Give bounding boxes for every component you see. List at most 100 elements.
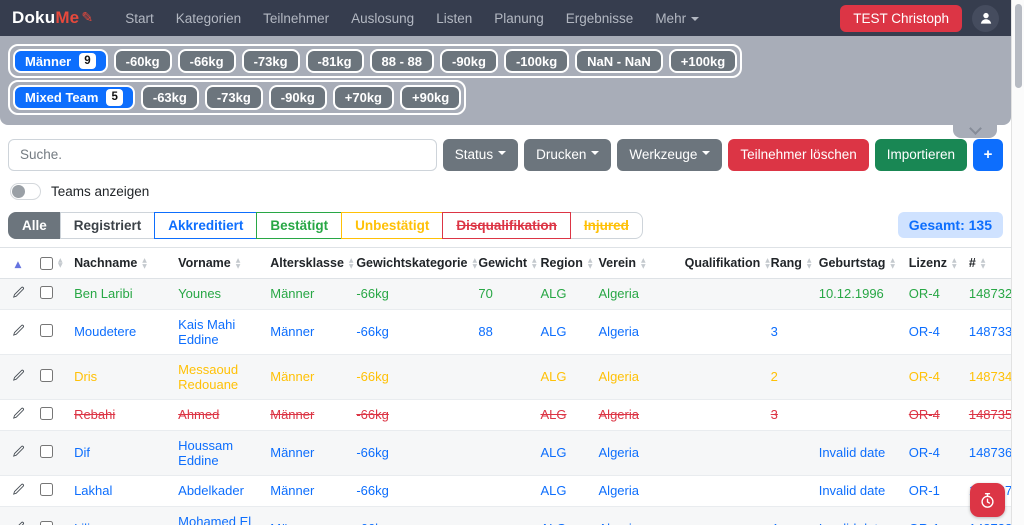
- sort-carets-icon[interactable]: ▲ ▼: [890, 258, 895, 269]
- weight-filter-button-73kg[interactable]: -73kg: [241, 49, 300, 74]
- column-header-[interactable]: # ▲ ▼: [964, 247, 1011, 279]
- cell-lizenz: OR-4: [904, 309, 965, 355]
- pencil-icon: [12, 407, 24, 419]
- filter-group-row: Mixed Team 5 -63kg -73kg -90kg +70kg +90kg: [8, 80, 1003, 115]
- timer-button[interactable]: [970, 483, 1005, 517]
- row-checkbox[interactable]: [40, 323, 54, 337]
- sort-carets-icon[interactable]: ▲ ▼: [765, 258, 770, 269]
- weight-filter-button-90kg[interactable]: -90kg: [268, 85, 327, 110]
- column-header-gewicht[interactable]: Gewicht ▲ ▼: [474, 247, 537, 279]
- row-checkbox[interactable]: [40, 406, 54, 420]
- status-tab-registriert[interactable]: Registriert: [59, 211, 156, 239]
- weight-filter-button-63kg[interactable]: -63kg: [140, 85, 199, 110]
- weight-filter-button-66kg[interactable]: -66kg: [177, 49, 236, 74]
- status-tab-best-tigt[interactable]: Bestätigt: [256, 211, 343, 239]
- cell-gewichtskategorie: -66kg: [352, 475, 475, 507]
- weight-filter-button-100kg[interactable]: -100kg: [503, 49, 570, 74]
- category-button-mixed-team[interactable]: Mixed Team 5: [13, 85, 135, 110]
- weight-filter-button-73kg[interactable]: -73kg: [204, 85, 263, 110]
- delete-participants-button[interactable]: Teilnehmer löschen: [728, 138, 869, 171]
- weight-filter-button-nan-nan[interactable]: NaN - NaN: [575, 49, 663, 74]
- edit-row-button[interactable]: [10, 324, 27, 340]
- weight-filter-button-90kg[interactable]: +90kg: [400, 85, 462, 110]
- import-button[interactable]: Importieren: [874, 138, 967, 171]
- cell-verein: Algeria: [594, 354, 681, 400]
- sort-carets-icon[interactable]: ▲ ▼: [142, 258, 147, 269]
- teams-toggle[interactable]: [10, 182, 41, 200]
- nav-item-auslosung[interactable]: Auslosung: [341, 7, 424, 30]
- weight-filter-button-100kg[interactable]: +100kg: [668, 49, 738, 74]
- app-logo[interactable]: Doku Me ✎: [12, 8, 93, 28]
- cell-region: ALG: [536, 399, 595, 431]
- nav-item-mehr[interactable]: Mehr: [645, 7, 709, 30]
- sort-carets-icon[interactable]: ▲ ▼: [472, 258, 477, 269]
- nav-item-ergebnisse[interactable]: Ergebnisse: [556, 7, 644, 30]
- row-checkbox[interactable]: [40, 368, 54, 382]
- weight-filter-button-70kg[interactable]: +70kg: [332, 85, 394, 110]
- filter-group-row: Männer 9 -60kg -66kg -73kg -81kg 88 - 88 -90kg -…: [8, 44, 1003, 79]
- edit-row-button[interactable]: [10, 369, 27, 385]
- status-tab-unbest-tigt[interactable]: Unbestätigt: [341, 211, 444, 239]
- sort-carets-icon[interactable]: ▲ ▼: [952, 258, 957, 269]
- status-tab-akkreditiert[interactable]: Akkreditiert: [154, 211, 258, 239]
- table-row: Moudetere Kais Mahi Eddine Männer -66kg 88 AL…: [0, 309, 1012, 355]
- sort-carets-icon[interactable]: ▲ ▼: [349, 258, 354, 269]
- column-header-qualifikation[interactable]: Qualifikation ▲ ▼: [680, 247, 770, 279]
- status-tab-injured[interactable]: Injured: [569, 211, 643, 239]
- column-header-gewichtskategorie[interactable]: Gewichtskategorie ▲ ▼: [352, 247, 477, 279]
- nav-item-planung[interactable]: Planung: [484, 7, 554, 30]
- sort-carets-icon[interactable]: ▲ ▼: [641, 258, 646, 269]
- row-checkbox[interactable]: [40, 444, 54, 458]
- cell-nachname: Lakhal: [70, 475, 175, 507]
- column-header-vorname[interactable]: Vorname ▲ ▼: [174, 247, 267, 279]
- add-button[interactable]: +: [973, 138, 1003, 171]
- status-tab-alle[interactable]: Alle: [8, 211, 61, 239]
- print-dropdown[interactable]: Drucken: [524, 138, 612, 171]
- collapse-panel-button[interactable]: [953, 121, 997, 138]
- nav-item-kategorien[interactable]: Kategorien: [166, 7, 251, 30]
- scrollbar[interactable]: [1011, 0, 1024, 525]
- weight-filter-button-90kg[interactable]: -90kg: [440, 49, 498, 74]
- row-checkbox[interactable]: [40, 520, 54, 525]
- row-checkbox[interactable]: [40, 482, 54, 496]
- weight-filter-button-60kg[interactable]: -60kg: [113, 49, 172, 74]
- edit-row-button[interactable]: [10, 521, 27, 525]
- cell-vorname: Messaoud Redouane: [174, 354, 267, 400]
- status-tab-disqualifikation[interactable]: Disqualifikation: [442, 211, 571, 239]
- column-header-lizenz[interactable]: Lizenz ▲ ▼: [904, 247, 965, 279]
- search-input[interactable]: [8, 138, 437, 171]
- sort-direction-icon[interactable]: ▲: [15, 260, 22, 270]
- column-header-verein[interactable]: Verein ▲ ▼: [594, 247, 681, 279]
- user-button[interactable]: TEST Christoph: [840, 4, 962, 32]
- sort-carets-icon[interactable]: ▲ ▼: [807, 258, 812, 269]
- column-header-nachname[interactable]: Nachname ▲ ▼: [70, 247, 175, 279]
- nav-item-teilnehmer[interactable]: Teilnehmer: [253, 7, 339, 30]
- nav-item-start[interactable]: Start: [115, 7, 164, 30]
- cell-gewichtskategorie: -66kg: [352, 309, 475, 355]
- edit-row-button[interactable]: [10, 407, 27, 423]
- sort-carets-icon[interactable]: ▲ ▼: [981, 258, 986, 269]
- row-checkbox[interactable]: [40, 285, 54, 299]
- column-header-region[interactable]: Region ▲ ▼: [536, 247, 595, 279]
- column-header-altersklasse[interactable]: Altersklasse ▲ ▼: [266, 247, 354, 279]
- edit-row-button[interactable]: [10, 445, 27, 461]
- select-all-checkbox[interactable]: [40, 256, 54, 270]
- edit-row-button[interactable]: [10, 483, 27, 499]
- weight-filter-button-88-88[interactable]: 88 - 88: [369, 49, 434, 74]
- scrollbar-thumb[interactable]: [1015, 4, 1022, 88]
- sort-carets-icon[interactable]: ▲ ▼: [532, 258, 537, 269]
- status-dropdown[interactable]: Status: [442, 138, 519, 171]
- sort-carets-icon[interactable]: ▲ ▼: [588, 258, 593, 269]
- sort-carets-icon[interactable]: ▲ ▼: [58, 257, 63, 269]
- filter-button-group: Mixed Team 5 -63kg -73kg -90kg +70kg +90kg: [8, 80, 467, 115]
- weight-filter-button-81kg[interactable]: -81kg: [305, 49, 364, 74]
- column-header-geburtstag[interactable]: Geburtstag ▲ ▼: [814, 247, 905, 279]
- column-header-rang[interactable]: Rang ▲ ▼: [766, 247, 815, 279]
- participants-table: ▲ ▲ ▼ Nachname ▲ ▼ Vorname ▲ ▼ Altersklasse ▲ ▼ Ge…: [0, 246, 1012, 525]
- tools-dropdown[interactable]: Werkzeuge: [617, 138, 723, 171]
- category-button-m-nner[interactable]: Männer 9: [13, 49, 108, 74]
- avatar[interactable]: [972, 4, 999, 32]
- nav-item-listen[interactable]: Listen: [426, 7, 482, 30]
- edit-row-button[interactable]: [10, 286, 27, 302]
- sort-carets-icon[interactable]: ▲ ▼: [236, 258, 241, 269]
